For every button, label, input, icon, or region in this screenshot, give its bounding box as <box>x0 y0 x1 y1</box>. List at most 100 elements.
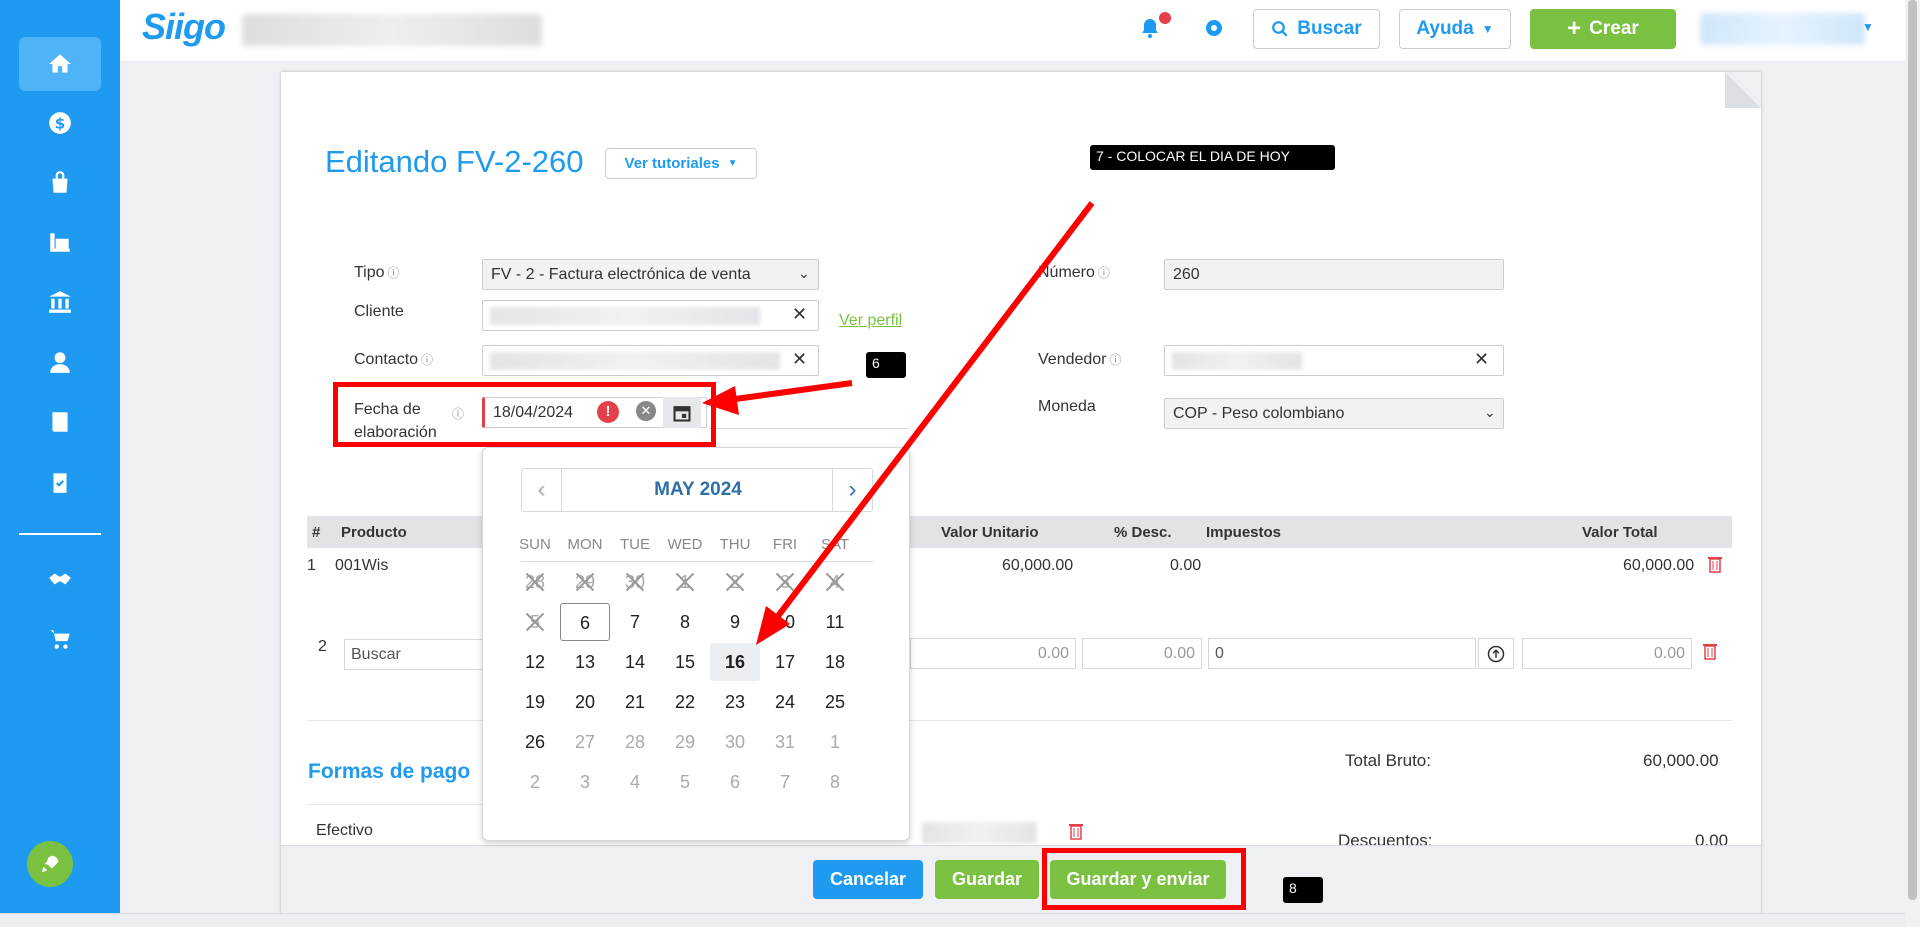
gear-icon[interactable] <box>1202 16 1226 40</box>
trash-icon[interactable] <box>1707 555 1723 573</box>
calendar-day[interactable]: 18 <box>810 643 860 681</box>
calendar-day[interactable]: 17 <box>760 643 810 681</box>
calendar-day: 28 <box>510 563 560 601</box>
calendar-day[interactable]: 6 <box>710 763 760 801</box>
svg-text:$: $ <box>55 114 66 132</box>
numero-field: 260 <box>1164 259 1504 290</box>
cancel-button[interactable]: Cancelar <box>813 860 923 899</box>
calendar-day[interactable]: 3 <box>560 763 610 801</box>
notification-badge <box>1159 12 1171 24</box>
search-label: Buscar <box>1297 18 1362 39</box>
calendar-day[interactable]: 6 <box>560 603 610 641</box>
horizontal-scrollbar[interactable] <box>0 913 1905 927</box>
trash-icon[interactable] <box>1702 642 1718 660</box>
upload-tax-icon[interactable] <box>1478 638 1514 669</box>
row1-unit-value: 60,000.00 <box>1002 557 1074 574</box>
trash-icon[interactable] <box>1068 822 1084 840</box>
calendar-day[interactable]: 19 <box>510 683 560 721</box>
calendar-day[interactable]: 31 <box>760 723 810 761</box>
clear-vendedor-icon[interactable]: ✕ <box>1474 349 1489 370</box>
user-caret-icon[interactable]: ▼ <box>1862 20 1874 34</box>
calendar-day[interactable]: 8 <box>810 763 860 801</box>
row2-discount-input[interactable]: 0.00 <box>1082 638 1202 669</box>
calendar-day[interactable]: 30 <box>710 723 760 761</box>
bank-icon[interactable] <box>19 275 101 329</box>
clipboard-check-icon[interactable] <box>19 455 101 509</box>
prev-month-icon[interactable]: ‹ <box>522 469 562 511</box>
next-month-icon[interactable]: › <box>832 469 872 511</box>
calendar-day[interactable]: 5 <box>660 763 710 801</box>
save-button[interactable]: Guardar <box>935 860 1039 899</box>
calendar-day[interactable]: 27 <box>560 723 610 761</box>
row1-discount: 0.00 <box>1170 557 1202 574</box>
col-unit-value: Valor Unitario <box>941 524 1039 541</box>
calendar-day[interactable]: 22 <box>660 683 710 721</box>
calendar-day[interactable]: 24 <box>760 683 810 721</box>
help-button[interactable]: Ayuda ▼ <box>1399 9 1511 49</box>
calendar-day[interactable]: 15 <box>660 643 710 681</box>
vertical-scrollbar-thumb[interactable] <box>1908 0 1917 900</box>
row2-product-search[interactable]: Buscar <box>344 639 484 670</box>
handshake-icon[interactable] <box>19 552 101 606</box>
calendar-day[interactable]: 14 <box>610 643 660 681</box>
clear-cliente-icon[interactable]: ✕ <box>792 304 807 325</box>
calendar-day[interactable]: 12 <box>510 643 560 681</box>
calendar-day[interactable]: 28 <box>610 723 660 761</box>
calendar-day[interactable]: 23 <box>710 683 760 721</box>
tutorials-button[interactable]: Ver tutoriales ▼ <box>605 148 757 179</box>
info-icon: ⓘ <box>421 353 434 367</box>
chevron-down-icon: ⌄ <box>1484 404 1496 420</box>
sidebar: $ <box>0 0 120 927</box>
weekday-header: SUN <box>519 536 551 553</box>
dollar-icon[interactable]: $ <box>19 96 101 150</box>
date-picker-popup: ‹ MAY 2024 › SUN MON TUE WED THU FRI SAT 28 29 30… <box>482 447 910 841</box>
cart-icon[interactable] <box>19 612 101 666</box>
row1-product: 001Wis <box>335 557 389 574</box>
moneda-select[interactable]: COP - Peso colombiano <box>1164 398 1504 429</box>
tipo-label: Tipo ⓘ <box>354 264 400 281</box>
calendar-day[interactable]: 1 <box>810 723 860 761</box>
inventory-icon[interactable] <box>19 215 101 269</box>
calendar-day[interactable]: 8 <box>660 603 710 641</box>
calendar-day[interactable]: 2 <box>510 763 560 801</box>
shopping-bag-icon[interactable] <box>19 156 101 210</box>
calendar-day: 29 <box>560 563 610 601</box>
calendar-day: 1 <box>660 563 710 601</box>
calendar-day[interactable]: 10 <box>760 603 810 641</box>
search-button[interactable]: Buscar <box>1253 9 1380 49</box>
calendar-day[interactable]: 21 <box>610 683 660 721</box>
vendedor-value-blurred <box>1172 352 1302 370</box>
row2-total-input[interactable]: 0.00 <box>1522 638 1692 669</box>
calendar-day[interactable]: 4 <box>610 763 660 801</box>
user-menu-blurred[interactable] <box>1700 13 1865 45</box>
calendar-day[interactable]: 13 <box>560 643 610 681</box>
calendar-day[interactable]: 16 <box>710 643 760 681</box>
calendar-day[interactable]: 26 <box>510 723 560 761</box>
calendar-day[interactable]: 29 <box>660 723 710 761</box>
book-icon[interactable] <box>19 395 101 449</box>
info-icon: ⓘ <box>387 266 400 280</box>
clear-contacto-icon[interactable]: ✕ <box>792 349 807 370</box>
vendedor-label: Vendedor ⓘ <box>1038 351 1122 368</box>
row2-taxes-input[interactable]: 0 <box>1208 638 1476 669</box>
employee-icon[interactable] <box>19 335 101 389</box>
col-discount: % Desc. <box>1114 524 1172 541</box>
home-icon[interactable] <box>19 37 101 91</box>
siigo-logo[interactable]: Siigo <box>142 6 226 48</box>
calendar-day[interactable]: 20 <box>560 683 610 721</box>
calendar-day[interactable]: 7 <box>760 763 810 801</box>
calendar-day[interactable]: 25 <box>810 683 860 721</box>
fecha-underline <box>709 428 909 429</box>
create-button[interactable]: + Crear <box>1530 9 1676 49</box>
weekday-header: THU <box>719 536 751 553</box>
calendar-day[interactable]: 7 <box>610 603 660 641</box>
tipo-select[interactable]: FV - 2 - Factura electrónica de venta <box>482 259 819 290</box>
calendar-day[interactable]: 9 <box>710 603 760 641</box>
calendar-day: 3 <box>760 563 810 601</box>
row2-unit-value-input[interactable]: 0.00 <box>910 638 1076 669</box>
row1-num: 1 <box>307 557 316 574</box>
ver-perfil-link[interactable]: Ver perfil <box>839 312 902 330</box>
total-bruto-value: 60,000.00 <box>1643 751 1719 770</box>
calendar-day[interactable]: 11 <box>810 603 860 641</box>
rocket-icon[interactable] <box>27 841 73 887</box>
